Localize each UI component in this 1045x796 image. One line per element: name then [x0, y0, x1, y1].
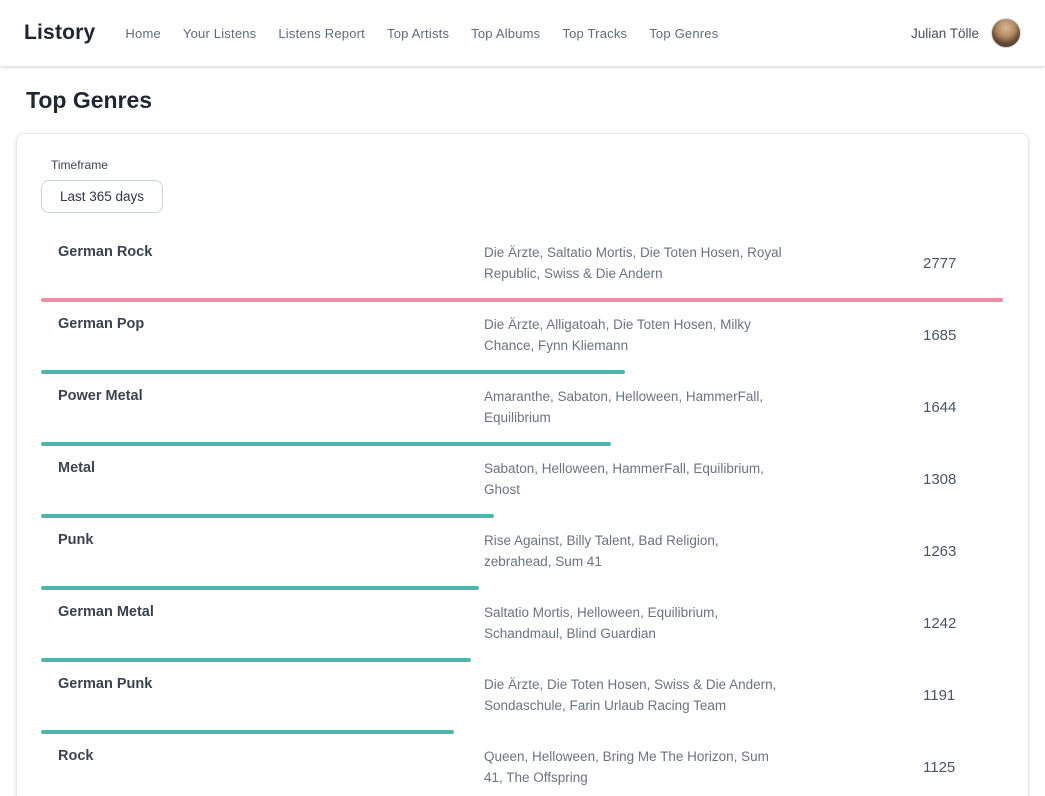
genre-count: 2777 — [923, 255, 1003, 272]
genre-artists: Saltatio Mortis, Helloween, Equilibrium,… — [468, 602, 786, 644]
top-genres-card: Timeframe Last 365 days German Rock Die … — [16, 133, 1029, 796]
page-title: Top Genres — [26, 87, 1045, 114]
genre-name: German Metal — [41, 602, 468, 623]
genre-row[interactable]: German Punk Die Ärzte, Die Toten Hosen, … — [41, 662, 1003, 734]
genre-count: 1685 — [923, 327, 1003, 344]
timeframe-label: Timeframe — [51, 158, 1003, 172]
genre-artists: Die Ärzte, Saltatio Mortis, Die Toten Ho… — [468, 242, 786, 284]
genre-name: German Pop — [41, 314, 468, 335]
genre-table: German Rock Die Ärzte, Saltatio Mortis, … — [41, 230, 1003, 796]
user-avatar[interactable] — [991, 18, 1021, 48]
nav-item-your-listens[interactable]: Your Listens — [183, 26, 256, 41]
genre-row[interactable]: German Rock Die Ärzte, Saltatio Mortis, … — [41, 230, 1003, 302]
genre-row[interactable]: Punk Rise Against, Billy Talent, Bad Rel… — [41, 518, 1003, 590]
main-nav: Home Your Listens Listens Report Top Artist… — [125, 26, 718, 41]
timeframe-select[interactable]: Last 365 days — [41, 180, 163, 213]
genre-count: 1242 — [923, 615, 1003, 632]
nav-item-top-albums[interactable]: Top Albums — [471, 26, 540, 41]
timeframe-filter: Timeframe Last 365 days — [51, 158, 1003, 213]
genre-row[interactable]: Metal Sabaton, Helloween, HammerFall, Eq… — [41, 446, 1003, 518]
genre-count: 1191 — [923, 687, 1003, 704]
nav-item-top-genres[interactable]: Top Genres — [649, 26, 718, 41]
genre-row[interactable]: German Metal Saltatio Mortis, Helloween,… — [41, 590, 1003, 662]
genre-artists: Queen, Helloween, Bring Me The Horizon, … — [468, 746, 786, 788]
genre-name: German Rock — [41, 242, 468, 263]
genre-name: Metal — [41, 458, 468, 479]
genre-artists: Die Ärzte, Alligatoah, Die Toten Hosen, … — [468, 314, 786, 356]
genre-count: 1644 — [923, 399, 1003, 416]
genre-row[interactable]: Rock Queen, Helloween, Bring Me The Hori… — [41, 734, 1003, 796]
genre-artists: Die Ärzte, Die Toten Hosen, Swiss & Die … — [468, 674, 786, 716]
app-logo[interactable]: Listory — [24, 21, 95, 45]
nav-item-home[interactable]: Home — [125, 26, 160, 41]
genre-artists: Sabaton, Helloween, HammerFall, Equilibr… — [468, 458, 786, 500]
genre-name: Punk — [41, 530, 468, 551]
nav-item-listens-report[interactable]: Listens Report — [278, 26, 365, 41]
nav-item-top-artists[interactable]: Top Artists — [387, 26, 449, 41]
genre-row[interactable]: Power Metal Amaranthe, Sabaton, Hellowee… — [41, 374, 1003, 446]
page-content: Top Genres Timeframe Last 365 days Germa… — [0, 87, 1045, 796]
genre-name: Power Metal — [41, 386, 468, 407]
genre-artists: Amaranthe, Sabaton, Helloween, HammerFal… — [468, 386, 786, 428]
genre-count: 1263 — [923, 543, 1003, 560]
genre-name: Rock — [41, 746, 468, 767]
nav-item-top-tracks[interactable]: Top Tracks — [562, 26, 627, 41]
genre-count: 1308 — [923, 471, 1003, 488]
genre-row[interactable]: German Pop Die Ärzte, Alligatoah, Die To… — [41, 302, 1003, 374]
top-nav: Listory Home Your Listens Listens Report To… — [0, 0, 1045, 66]
user-name: Julian Tölle — [911, 26, 979, 41]
genre-artists: Rise Against, Billy Talent, Bad Religion… — [468, 530, 786, 572]
genre-name: German Punk — [41, 674, 468, 695]
genre-count: 1125 — [923, 759, 1003, 776]
